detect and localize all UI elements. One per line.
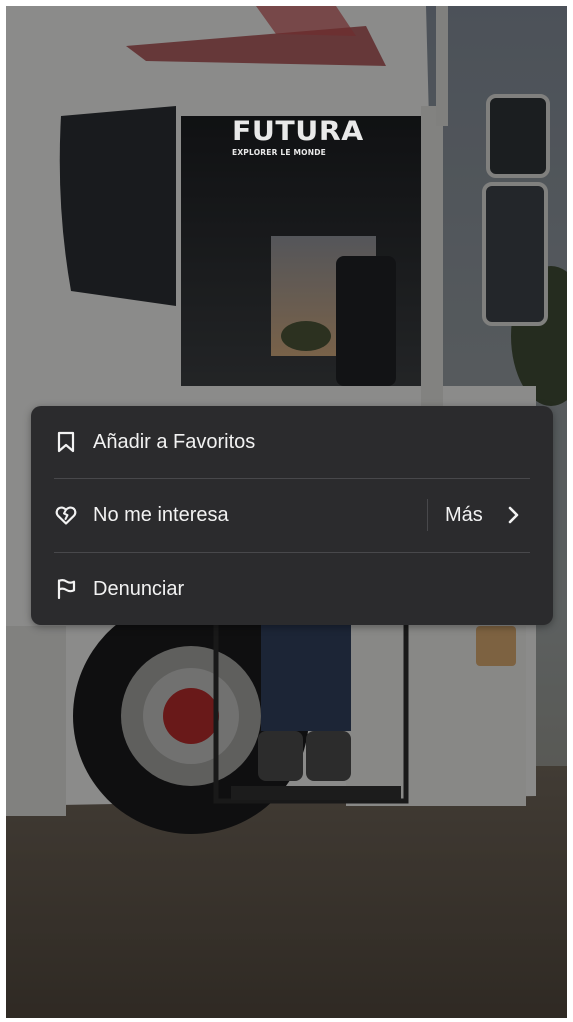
menu-item-add-to-favorites[interactable]: Añadir a Favoritos bbox=[31, 406, 553, 478]
menu-item-label: Denunciar bbox=[93, 578, 185, 600]
more-button[interactable]: Más bbox=[428, 479, 553, 551]
brand-name: FUTURA bbox=[232, 116, 364, 147]
brand-watermark-logo: FUTURA EXPLORER LE MONDE bbox=[232, 118, 372, 158]
menu-item-label: No me interesa bbox=[93, 504, 229, 526]
menu-item-not-interested[interactable]: No me interesa Más bbox=[31, 479, 553, 551]
context-menu: Añadir a Favoritos No me interesa Más De… bbox=[31, 406, 553, 625]
more-label: Más bbox=[445, 504, 483, 526]
chevron-right-icon bbox=[508, 506, 519, 524]
brand-tagline: EXPLORER LE MONDE bbox=[232, 148, 326, 157]
bookmark-icon bbox=[57, 431, 75, 453]
menu-item-label: Añadir a Favoritos bbox=[93, 431, 256, 453]
menu-item-report[interactable]: Denunciar bbox=[31, 553, 553, 625]
video-screen[interactable]: FUTURA EXPLORER LE MONDE Añadir a Favori… bbox=[6, 6, 567, 1018]
flag-icon bbox=[57, 579, 76, 600]
broken-heart-icon bbox=[55, 506, 77, 525]
